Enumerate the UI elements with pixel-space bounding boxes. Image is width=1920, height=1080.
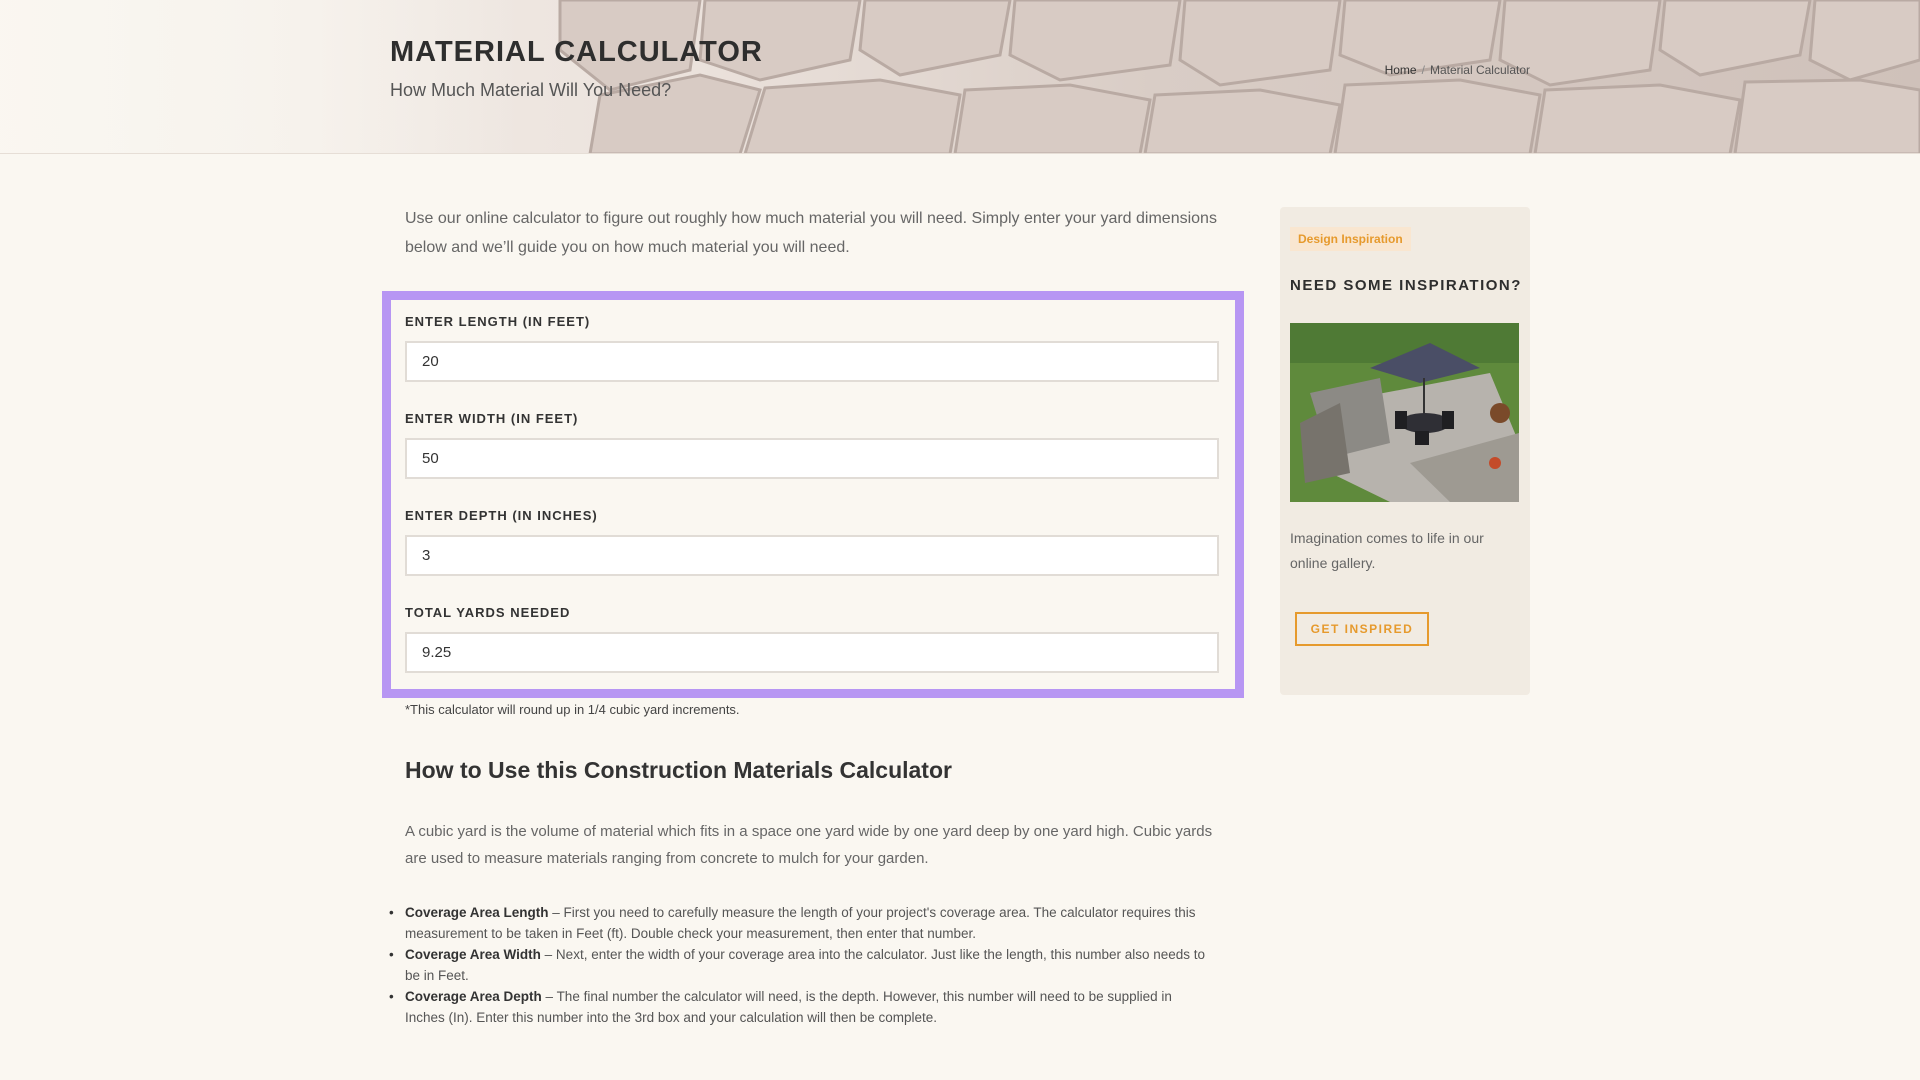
total-yards-label: TOTAL YARDS NEEDED: [405, 605, 571, 620]
list-item-term: Coverage Area Width: [405, 947, 541, 962]
length-label: ENTER LENGTH (IN FEET): [405, 314, 591, 329]
howto-list: Coverage Area Length – First you need to…: [389, 902, 1215, 1028]
page-title: MATERIAL CALCULATOR: [390, 36, 763, 68]
depth-input[interactable]: [405, 535, 1219, 576]
banner-fade-overlay: [0, 0, 520, 153]
width-label: ENTER WIDTH (IN FEET): [405, 411, 579, 426]
page-subtitle: How Much Material Will You Need?: [390, 80, 672, 100]
list-item: Coverage Area Length – First you need to…: [389, 902, 1215, 944]
list-item: Coverage Area Depth – The final number t…: [389, 986, 1215, 1028]
howto-paragraph: A cubic yard is the volume of material w…: [405, 823, 1213, 867]
breadcrumb-current: Material Calculator: [1429, 63, 1530, 77]
list-item-term: Coverage Area Length: [405, 905, 549, 920]
list-item-term: Coverage Area Depth: [405, 989, 542, 1004]
list-item: Coverage Area Width – Next, enter the wi…: [389, 944, 1215, 986]
length-input[interactable]: [405, 341, 1219, 382]
total-yards-output[interactable]: [405, 632, 1219, 673]
howto-heading: How to Use this Construction Materials C…: [405, 757, 952, 783]
page-header-banner: [0, 0, 1920, 154]
get-inspired-button[interactable]: GET INSPIRED: [1295, 612, 1429, 646]
intro-text: Use our online calculator to figure out …: [405, 210, 1217, 256]
design-inspiration-tag[interactable]: Design Inspiration: [1290, 227, 1411, 251]
patio-gallery-image[interactable]: [1290, 323, 1519, 502]
breadcrumb-separator: /: [1421, 63, 1425, 77]
sidebar-description: Imagination comes to life in our online …: [1290, 530, 1484, 571]
sidebar-title: NEED SOME INSPIRATION?: [1290, 277, 1522, 294]
breadcrumb: Home / Material Calculator: [1385, 63, 1530, 77]
width-input[interactable]: [405, 438, 1219, 479]
calculator-note: *This calculator will round up in 1/4 cu…: [405, 702, 740, 717]
breadcrumb-home-link[interactable]: Home: [1385, 63, 1417, 77]
depth-label: ENTER DEPTH (IN INCHES): [405, 508, 598, 523]
